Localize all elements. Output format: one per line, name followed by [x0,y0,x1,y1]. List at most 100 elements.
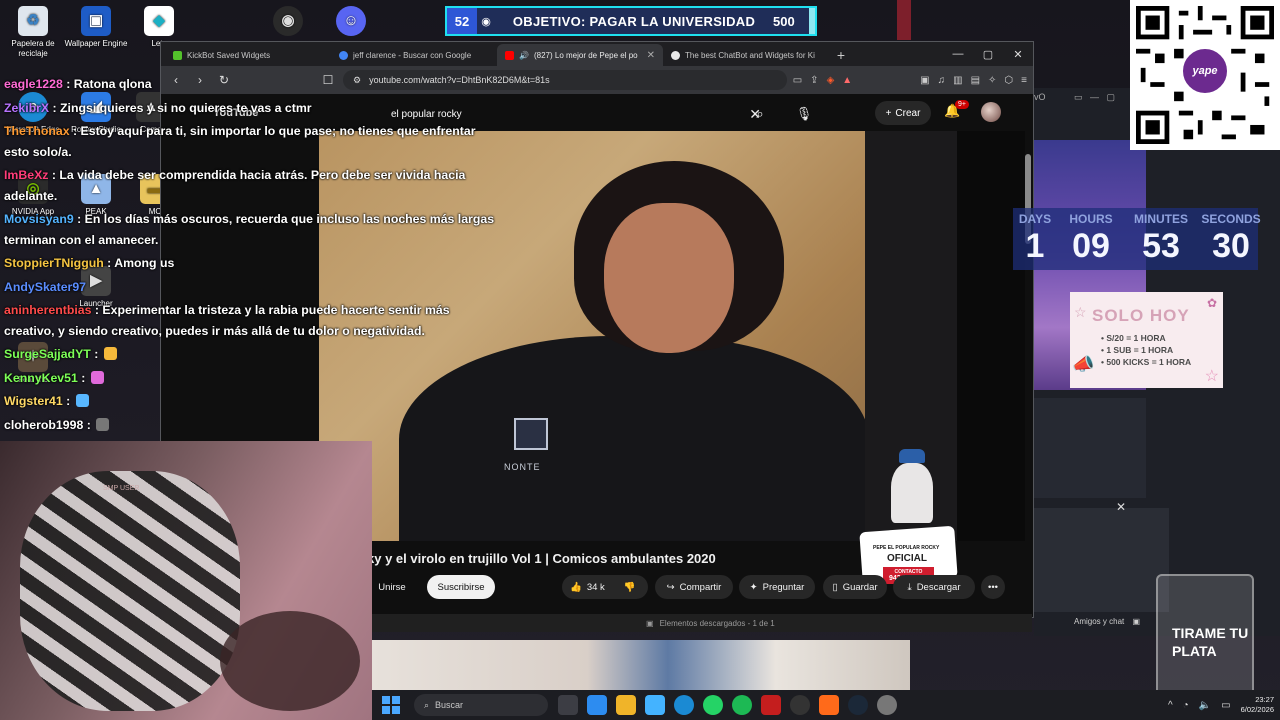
close-tab-icon[interactable]: ✕ [647,50,655,61]
promo-person [891,463,933,523]
extensions-icon[interactable]: ✧ [988,75,996,86]
network-icon[interactable]: ◔ [1183,700,1189,711]
objective-count: 52 [447,8,477,34]
chat-message: TheThonax : Estoy aquí para ti, sin impo… [4,124,476,159]
search-icon: ⌕ [424,699,430,710]
chat-message: eagle1228 : Ratona qlona [4,77,152,91]
tab-youtube[interactable]: 🔊 (827) Lo mejor de Pepe el po ✕ [497,44,663,66]
taskbar-search[interactable]: ⌕ Buscar [414,694,548,716]
share-arrow-icon: ↪ [666,581,675,593]
thumbs-down-icon[interactable]: 👎 [624,582,636,593]
tab-title: jeff clarence - Buscar con Google [353,50,472,60]
new-tab-icon[interactable]: + [829,44,853,66]
store-icon[interactable] [645,695,665,715]
sidebar-icon[interactable]: ▣ [920,75,929,86]
video-title: ky y el virolo en trujillo Vol 1 | Comic… [367,551,716,566]
reader-icon[interactable]: ▥ [953,75,962,86]
tab-widgets[interactable]: The best ChatBot and Widgets for Ki [663,44,829,66]
jacket-logo [514,418,548,450]
copilot-icon[interactable] [587,695,607,715]
app-panel [1034,398,1146,498]
chat-message: Wigster41 : [0,391,500,412]
menu-icon[interactable]: ≡ [1021,75,1027,86]
vpn-icon[interactable]: ⬡ [1004,75,1013,86]
discord-icon[interactable]: ☺ [318,2,384,39]
webcam-feed: SMP USER [0,441,372,720]
chat-username: SurgeSajjadYT [4,347,91,361]
tab-google[interactable]: jeff clarence - Buscar con Google [331,44,497,66]
file-explorer-icon[interactable] [616,695,636,715]
tab-kickbot[interactable]: KickBot Saved Widgets [165,44,331,66]
emote-icon [75,394,89,407]
save-button[interactable]: ▯ Guardar [823,575,887,599]
like-button[interactable]: 👍 34 k 👎 [562,575,648,599]
solo-list: • S/20 = 1 HORA • 1 SUB = 1 HORA • 500 K… [1101,332,1191,368]
cast-icon[interactable]: ▭ [793,75,802,86]
obs-icon[interactable]: ◉ [255,2,321,39]
chat-message: ZekibrX : Zingsi quieres y si no quieres… [4,100,312,115]
maximize-icon[interactable]: ▢ [973,42,1003,66]
jacket-text: NONTE [504,462,541,472]
app-taskbar-icon[interactable] [877,695,897,715]
recycle-bin-icon[interactable]: ♻ Papelera de reciclaje [0,2,66,59]
chat-username: ZekibrX [4,100,50,115]
timer-seconds: SECONDS 30 [1201,212,1261,266]
spotify-icon[interactable] [732,695,752,715]
join-button[interactable]: Unirse [371,575,413,599]
timer-label: HOURS [1069,212,1113,226]
edge-taskbar-icon[interactable] [674,695,694,715]
create-button[interactable]: + Crear [875,101,931,125]
join-label: Unirse [378,581,406,593]
close-window-icon[interactable]: ✕ [1003,42,1033,66]
brave-shield-icon[interactable]: ◈ [827,75,835,86]
timer-days: DAYS 1 [1005,212,1065,266]
dota-icon[interactable] [761,695,781,715]
solo-title: SOLO HOY [1092,306,1190,325]
brave-icon[interactable] [819,695,839,715]
plus-icon: + [885,107,892,119]
friends-chat-text: Amigos y chat [1074,617,1125,626]
downloads-bar: ▣ Elementos descargados - 1 de 1 [372,614,1032,632]
like-count: 34 k [586,581,605,593]
chat-username: Movsisyan9 [4,212,74,226]
chat-message: StoppierTNigguh : Among us [4,256,175,270]
close-icon[interactable]: ✕ [1116,500,1126,514]
task-view-icon[interactable] [558,695,578,715]
share-icon[interactable]: ⇪ [810,75,818,86]
chat-text: Zingsi quieres y si no quieres te vas a … [60,100,312,115]
clock[interactable]: 23:27 6/02/2026 [1241,695,1274,715]
chat-message: ImBeXz : La vida debe ser comprendida ha… [4,168,466,203]
timer-label: DAYS [1018,212,1052,226]
rewards-icon[interactable]: ▲ [842,75,852,86]
countdown-timer: DAYS 1 HOURS 09 MINUTES 53 SECONDS 30 [1013,208,1261,270]
media-icon[interactable]: ♫ [938,75,946,86]
bookmark-save-icon: ▯ [832,581,838,593]
avatar[interactable] [981,102,1001,122]
objective-progress-end [809,8,815,34]
chat-username: AndySkater97 [4,279,87,294]
tab-title: KickBot Saved Widgets [187,50,271,60]
battery-icon[interactable]: ▭ [1221,700,1230,711]
volume-icon[interactable]: 🔈 [1199,700,1211,711]
subscribe-button[interactable]: Suscribirse [427,575,495,599]
star-icon: ☆ [1204,368,1219,385]
whatsapp-icon[interactable] [703,695,723,715]
wallpaper-engine-icon[interactable]: ▣ Wallpaper Engine [63,2,129,49]
share-button[interactable]: ↪ Compartir [655,575,733,599]
microphone-icon[interactable]: 🎙 [791,102,817,126]
friends-chat-label[interactable]: Amigos y chat ▣ [1074,617,1140,626]
chevron-up-icon[interactable]: ^ [1168,700,1173,711]
window-controls: — ▢ ✕ [943,42,1033,66]
video-person-face [604,203,734,353]
ask-button[interactable]: ✦ Preguntar [739,575,815,599]
wallet-icon[interactable]: ▤ [971,75,980,86]
steam-icon[interactable] [848,695,868,715]
minimize-icon[interactable]: — [943,42,973,66]
chat-message: cloherob1998 : [0,415,500,436]
download-button[interactable]: ⤓ Descargar [893,575,975,599]
windows-start-icon[interactable] [382,696,400,714]
taskbar: ⌕ Buscar ^ ◔ 🔈 ▭ 23:27 6/02/2026 [372,690,1280,720]
more-actions-icon[interactable]: ••• [981,575,1005,599]
search-icon[interactable]: ⌕ [746,102,774,126]
obs-taskbar-icon[interactable] [790,695,810,715]
